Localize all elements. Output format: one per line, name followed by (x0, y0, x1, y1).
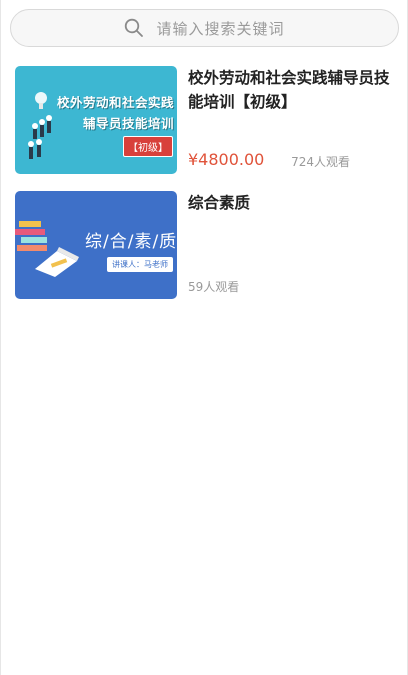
course-title[interactable]: 校外劳动和社会实践辅导员技能培训【初级】 (188, 66, 398, 114)
course-price: ¥4800.00 (188, 150, 265, 169)
course-thumbnail[interactable]: 校外劳动和社会实践 辅导员技能培训 【初级】 (15, 66, 177, 174)
course-views: 724人观看 (291, 155, 350, 169)
search-bar[interactable]: 请输入搜索关键词 (10, 9, 399, 47)
search-icon (124, 18, 144, 38)
thumbnail-lecturer: 讲课人：马老师 (107, 257, 173, 272)
thumbnail-level-badge: 【初级】 (123, 136, 173, 157)
search-input[interactable]: 请输入搜索关键词 (10, 9, 399, 47)
course-title[interactable]: 综合素质 (188, 191, 398, 215)
books-illustration (15, 221, 79, 277)
page-left-border (0, 0, 1, 675)
course-views: 59人观看 (188, 280, 240, 294)
course-thumbnail[interactable]: 综/合/素/质 讲课人：马老师 (15, 191, 177, 299)
thumbnail-line1: 校外劳动和社会实践 (57, 95, 175, 110)
course-card[interactable]: 校外劳动和社会实践 辅导员技能培训 【初级】 校外劳动和社会实践辅导员技能培训【… (15, 66, 395, 176)
thumbnail-title: 综/合/素/质 (85, 232, 177, 252)
course-card[interactable]: 综/合/素/质 讲课人：马老师 综合素质 59人观看 (15, 191, 395, 301)
thumbnail-line2: 辅导员技能培训 (83, 116, 175, 131)
people-illustration (28, 92, 52, 159)
search-placeholder: 请输入搜索关键词 (156, 19, 285, 38)
